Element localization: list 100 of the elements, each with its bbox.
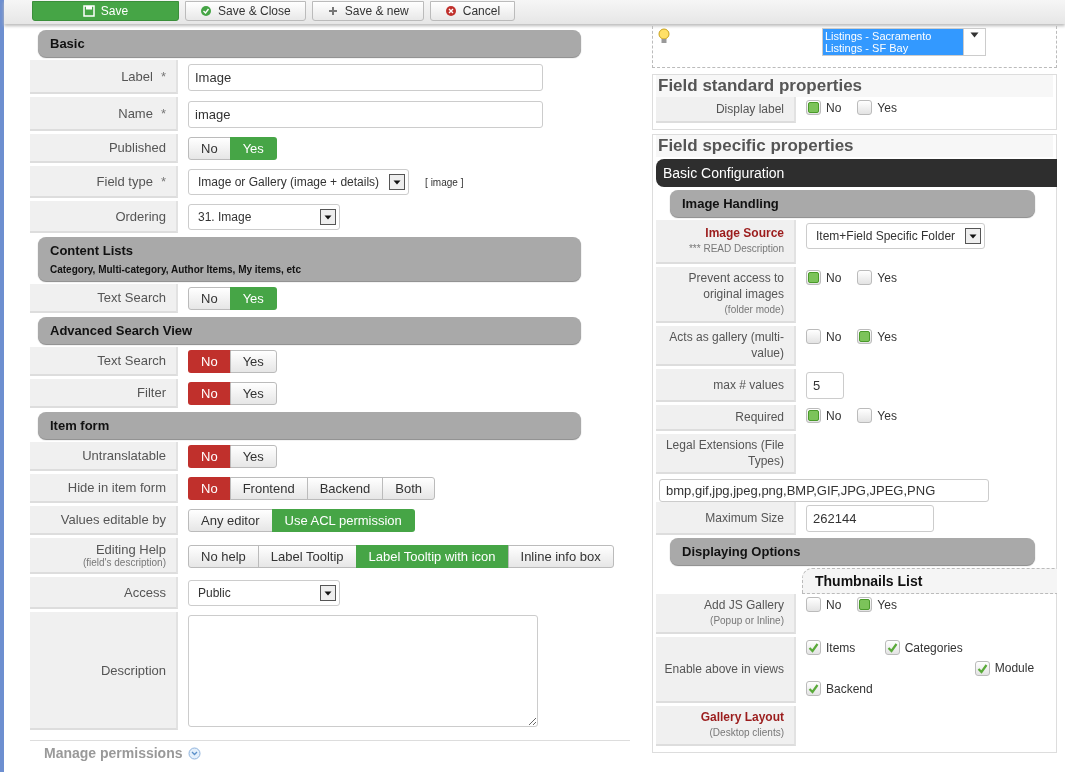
caret-icon (970, 32, 979, 38)
field-label: Editing Help (95, 542, 166, 557)
check-icon (200, 5, 212, 17)
required-marker: * (160, 173, 166, 189)
toggle-option[interactable]: No (188, 137, 231, 160)
toggle-option[interactable]: No (188, 382, 231, 405)
option-label: Yes (877, 100, 897, 115)
section-title: Content Lists (50, 243, 134, 258)
field-hint: (Popup or Inline) (710, 614, 784, 628)
field-label: Label (121, 68, 153, 84)
checkbox[interactable] (806, 681, 821, 697)
plus-icon (326, 5, 339, 17)
toggle-option[interactable]: No (188, 287, 231, 310)
required-marker: * (160, 68, 166, 84)
option-label: No (826, 329, 842, 344)
toggle-option[interactable]: Yes (229, 382, 277, 405)
field-label: Description (100, 662, 166, 678)
toggle-option[interactable]: No (188, 350, 231, 373)
dropdown[interactable]: 31. Image (188, 204, 340, 230)
field-label: Text Search (97, 353, 166, 368)
toggle-option[interactable]: Any editor (188, 509, 273, 532)
lightbulb-icon (657, 28, 671, 44)
dropdown[interactable]: Item+Field Specific Folder (806, 223, 986, 249)
field-label: max # values (713, 376, 784, 393)
field-label: Hide in item form (67, 480, 166, 495)
cancel-icon (444, 5, 457, 17)
expand-icon[interactable] (187, 746, 201, 760)
field-label: Name (118, 105, 153, 121)
text-field[interactable]: Image (188, 63, 543, 91)
field-label: Required (735, 409, 784, 425)
radio-button[interactable] (857, 270, 873, 285)
field-label: Enable above in views (664, 661, 784, 677)
panel-title: Field specific properties (656, 135, 1053, 157)
fieldset-legend: Manage permissions (44, 745, 183, 761)
number-field[interactable]: 5 (806, 372, 844, 399)
radio-button[interactable] (857, 408, 873, 423)
field-hint: (folder mode) (724, 303, 784, 317)
required-marker: * (160, 105, 166, 121)
section-header: Image Handling (670, 190, 1035, 217)
option-label: Yes (877, 270, 897, 285)
toolbar-button[interactable]: Cancel (429, 1, 516, 21)
text-field[interactable]: image (188, 100, 543, 128)
field-label: Acts as gallery (multi-value) (668, 329, 784, 361)
field-label: Add JS Gallery (703, 597, 784, 613)
radio-button[interactable] (806, 408, 821, 423)
section-header: Basic (38, 30, 581, 57)
toolbar-button[interactable]: Save & new (311, 1, 424, 21)
radio-button[interactable] (857, 329, 873, 344)
field-hint: (field's description) (82, 557, 166, 568)
option-label: Module (994, 661, 1035, 676)
field-label: Image Source (705, 225, 784, 241)
tab-header[interactable]: Basic Configuration (656, 159, 1057, 187)
field-label: Prevent access to original images (687, 270, 784, 302)
option-label: Backend (826, 681, 873, 696)
radio-button[interactable] (806, 329, 821, 344)
tab[interactable]: Thumbnails List (802, 568, 1057, 594)
toggle-option[interactable]: Both (382, 477, 435, 500)
toggle-option[interactable]: Yes (229, 350, 277, 373)
toggle-option[interactable]: Inline info box (507, 544, 614, 568)
toolbar-button[interactable]: Save & Close (185, 1, 306, 21)
text-area[interactable] (188, 615, 538, 727)
radio-button[interactable] (806, 270, 821, 285)
section-header: Item form (38, 412, 581, 439)
field-label: Display label (715, 101, 784, 117)
field-label: Legal Extensions (File Types) (664, 437, 784, 469)
field-label: Maximum Size (705, 509, 784, 526)
dropdown[interactable]: Public (188, 580, 340, 606)
toggle-option[interactable]: Frontend (229, 477, 308, 500)
field-hint: *** READ Description (688, 242, 784, 256)
checkbox[interactable] (974, 660, 990, 676)
radio-button[interactable] (806, 100, 821, 115)
section-header: Displaying Options (670, 538, 1035, 565)
text-field[interactable]: 262144 (806, 505, 934, 532)
option-label: Yes (877, 329, 897, 344)
radio-button[interactable] (806, 597, 821, 612)
option-label: No (826, 408, 842, 423)
toggle-option[interactable]: No (188, 445, 231, 468)
section-header: Advanced Search View (38, 317, 581, 344)
option-label: No (826, 100, 842, 115)
field-type-note: [ image ] (425, 176, 464, 188)
toggle-option[interactable]: Label Tooltip (257, 544, 357, 568)
dropdown[interactable]: Image or Gallery (image + details) (188, 169, 410, 195)
option-label: Categories (904, 640, 963, 655)
field-label: Gallery Layout (700, 709, 784, 725)
field-label: Published (108, 140, 166, 155)
text-field[interactable]: bmp,gif,jpg,jpeg,png,BMP,GIF,JPG,JPEG,PNG (659, 479, 989, 502)
section-subtitle: Category, Multi-category, Author Items, My items, etc (50, 264, 302, 275)
field-label: Access (124, 584, 166, 600)
field-label: Values editable by (60, 512, 166, 527)
radio-button[interactable] (857, 100, 873, 115)
toggle-option[interactable]: No (188, 477, 231, 500)
toggle-option[interactable]: Yes (229, 445, 277, 468)
option-label: No (826, 270, 842, 285)
checkbox[interactable] (806, 640, 821, 655)
radio-button[interactable] (857, 597, 873, 612)
field-label: Text Search (97, 290, 166, 305)
toggle-option[interactable]: Backend (306, 477, 384, 500)
toggle-option[interactable]: No help (188, 544, 259, 568)
checkbox[interactable] (884, 640, 900, 655)
panel-title: Field standard properties (656, 75, 1053, 97)
